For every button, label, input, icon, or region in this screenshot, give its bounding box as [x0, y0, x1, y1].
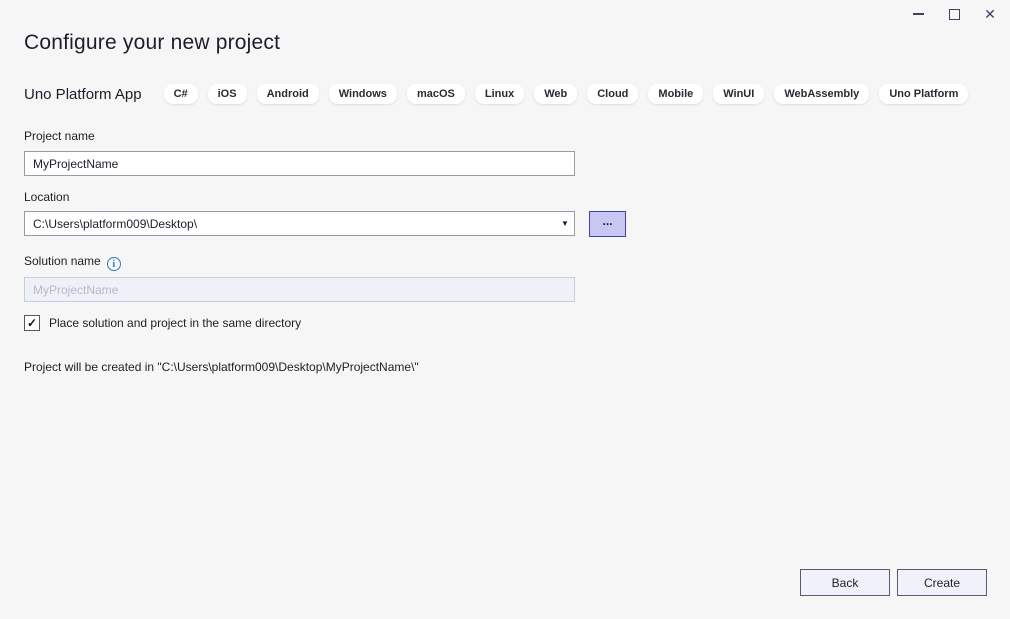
- maximize-icon: [949, 9, 960, 20]
- tag-badge: macOS: [407, 84, 465, 104]
- template-name: Uno Platform App: [24, 86, 142, 103]
- solution-name-label-text: Solution name: [24, 254, 101, 268]
- solution-name-input: [24, 277, 575, 302]
- back-button[interactable]: Back: [800, 569, 890, 596]
- close-icon: ✕: [984, 7, 996, 21]
- creation-status-text: Project will be created in "C:\Users\pla…: [24, 360, 419, 374]
- same-directory-row: ✓ Place solution and project in the same…: [24, 315, 301, 331]
- checkmark-icon: ✓: [27, 316, 37, 330]
- same-directory-label[interactable]: Place solution and project in the same d…: [49, 316, 301, 330]
- tag-badge: Cloud: [587, 84, 638, 104]
- template-row: Uno Platform App C# iOS Android Windows …: [24, 84, 990, 104]
- tag-badge: Android: [257, 84, 319, 104]
- page-title: Configure your new project: [24, 31, 280, 55]
- browse-button[interactable]: ...: [589, 211, 626, 237]
- info-icon[interactable]: i: [107, 257, 121, 271]
- location-input[interactable]: [25, 212, 556, 235]
- minimize-icon: [913, 13, 924, 15]
- tag-badge: Windows: [329, 84, 397, 104]
- tag-badge: WinUI: [713, 84, 764, 104]
- tag-badge: C#: [164, 84, 198, 104]
- close-button[interactable]: ✕: [972, 0, 1008, 28]
- tag-badge: WebAssembly: [774, 84, 869, 104]
- minimize-button[interactable]: [900, 0, 936, 28]
- same-directory-checkbox[interactable]: ✓: [24, 315, 40, 331]
- tag-badge: Uno Platform: [879, 84, 968, 104]
- maximize-button[interactable]: [936, 0, 972, 28]
- window-controls: ✕: [900, 0, 1008, 28]
- tag-badge: iOS: [208, 84, 247, 104]
- tag-list: C# iOS Android Windows macOS Linux Web C…: [164, 84, 969, 104]
- project-name-label: Project name: [24, 129, 95, 143]
- project-name-input[interactable]: [24, 151, 575, 176]
- tag-badge: Mobile: [648, 84, 703, 104]
- tag-badge: Linux: [475, 84, 524, 104]
- location-combobox[interactable]: ▼: [24, 211, 575, 236]
- create-button[interactable]: Create: [897, 569, 987, 596]
- tag-badge: Web: [534, 84, 577, 104]
- location-label: Location: [24, 190, 69, 204]
- dropdown-arrow-icon[interactable]: ▼: [556, 212, 574, 235]
- solution-name-label: Solution name i: [24, 254, 121, 271]
